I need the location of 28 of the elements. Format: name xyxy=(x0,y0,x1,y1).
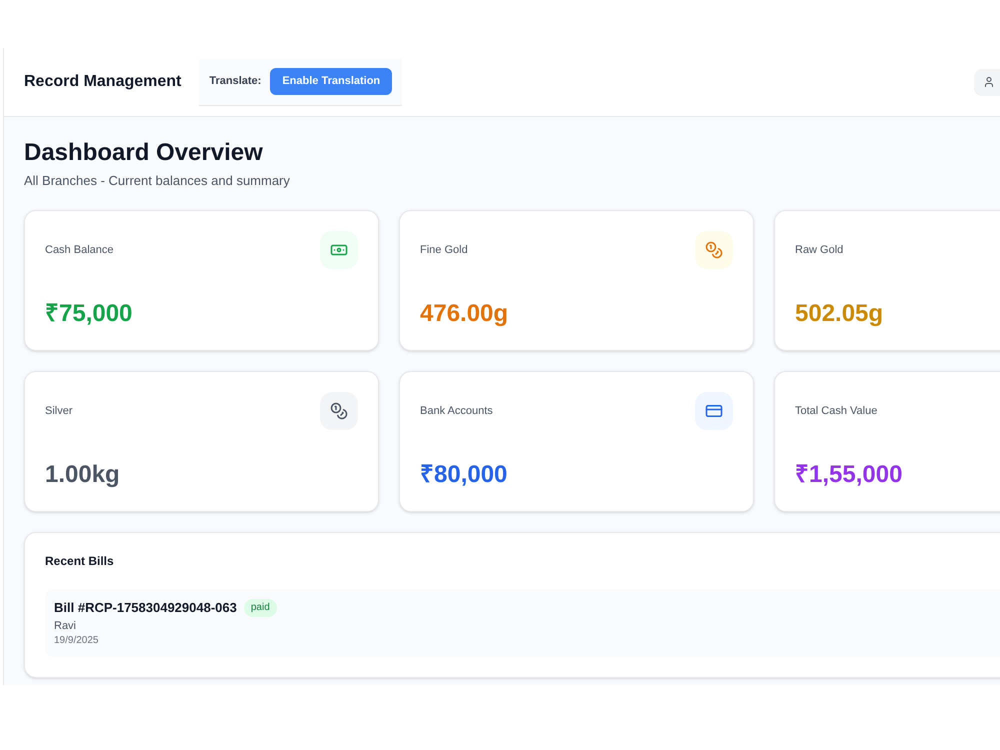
card-label: Fine Gold xyxy=(420,243,468,258)
profile-button[interactable] xyxy=(974,68,1000,96)
card-label: Bank Accounts xyxy=(420,404,493,419)
card-value: 1.00kg xyxy=(45,460,120,490)
coins-icon xyxy=(320,392,358,430)
translate-label: Translate: xyxy=(209,74,262,90)
credit-card-icon xyxy=(695,392,733,430)
customer-name: Ravi xyxy=(54,619,76,634)
section-title: Recent Bills xyxy=(45,553,114,569)
coins-icon xyxy=(695,231,733,269)
bill-number: Bill #RCP-1758304929048-063 xyxy=(54,599,237,618)
banknote-icon xyxy=(320,231,358,269)
page-subtitle: All Branches - Current balances and summary xyxy=(24,172,290,190)
card-label: Total Cash Value xyxy=(795,404,878,419)
card-label: Silver xyxy=(45,404,73,419)
bill-date: 19/9/2025 xyxy=(54,634,98,648)
card-value: 476.00g xyxy=(420,299,508,329)
user-icon xyxy=(983,76,995,88)
enable-translation-button[interactable]: Enable Translation xyxy=(270,68,392,95)
card-value: ₹75,000 xyxy=(45,299,132,329)
card-value: ₹1,55,000 xyxy=(795,460,902,490)
card-label: Raw Gold xyxy=(795,243,844,258)
status-badge: paid xyxy=(244,599,277,617)
page-title: Dashboard Overview xyxy=(24,138,263,168)
card-label: Cash Balance xyxy=(45,243,114,258)
app-title: Record Management xyxy=(24,72,182,92)
card-value: ₹80,000 xyxy=(420,460,508,490)
card-value: 502.05g xyxy=(795,299,884,329)
